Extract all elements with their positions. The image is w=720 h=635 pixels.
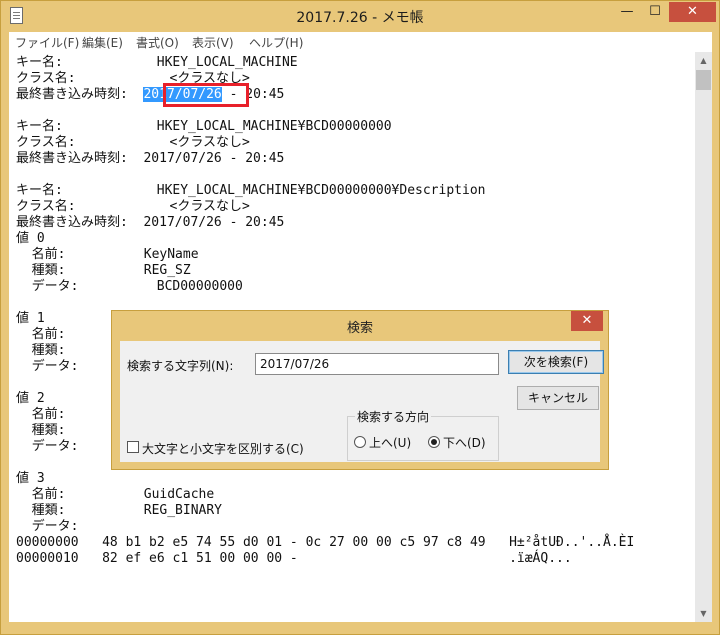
text-line: 種類: [16,423,66,438]
menu-format[interactable]: 書式(O) [136,34,179,51]
text-line: 値 1 [16,311,45,326]
text-line: クラス名: <クラスなし> [16,199,250,214]
text-line: データ: [16,439,79,454]
menu-file[interactable]: ファイル(F) [15,34,79,51]
dialog-body: 検索する文字列(N): 次を検索(F) キャンセル 検索する方向 上へ(U) 下… [120,341,604,462]
direction-group: 検索する方向 上へ(U) 下へ(D) [347,408,499,461]
text-line: 値 3 [16,471,45,486]
search-label: 検索する文字列(N): [127,359,234,373]
text-line: 最終書き込み時刻: 2017/07/26 - 20:45 [16,215,285,230]
title-bar[interactable]: 2017.7.26 - メモ帳 — ☐ ✕ [1,1,719,31]
text-line: キー名: HKEY_LOCAL_MACHINE¥BCD00000000 [16,119,392,134]
close-button[interactable]: ✕ [669,2,716,22]
text-line: 名前: GuidCache [16,487,215,502]
find-next-button[interactable]: 次を検索(F) [508,350,604,374]
dialog-title: 検索 [346,321,373,336]
scroll-down-icon[interactable]: ▼ [695,605,712,622]
maximize-button[interactable]: ☐ [641,2,669,22]
scroll-thumb[interactable] [696,70,711,90]
minimize-button[interactable]: — [613,2,641,22]
text-line: 00000000 48 b1 b2 e5 74 55 d0 01 - 0c 27… [16,535,635,550]
scroll-up-icon[interactable]: ▲ [695,52,712,69]
text-line: データ: [16,359,79,374]
find-dialog: 検索 ✕ 検索する文字列(N): 次を検索(F) キャンセル 検索する方向 上へ… [111,310,609,470]
text-line: データ: BCD00000000 [16,279,243,294]
text-line: 最終書き込み時刻: 2017/07/26 - 20:45 [16,151,285,166]
dialog-close-button[interactable]: ✕ [571,311,603,331]
text-line: クラス名: <クラスなし> [16,135,250,150]
text-line: 種類: [16,343,66,358]
menu-view[interactable]: 表示(V) [192,34,234,51]
text-line: 名前: KeyName [16,247,199,262]
direction-down-label[interactable]: 下へ(D) [443,434,486,451]
text-line: 00000010 82 ef e6 c1 51 00 00 00 - .ïæÁQ… [16,551,572,566]
text-line: 名前: [16,407,66,422]
match-case-label[interactable]: 大文字と小文字を区別する(C) [142,440,304,457]
vertical-scrollbar[interactable]: ▲ ▼ [695,52,712,622]
direction-up-label[interactable]: 上へ(U) [369,434,411,451]
menu-edit[interactable]: 編集(E) [82,34,123,51]
direction-group-label: 検索する方向 [355,408,432,425]
match-case-checkbox[interactable] [127,441,139,453]
text-line: キー名: HKEY_LOCAL_MACHINE¥BCD00000000¥Desc… [16,183,486,198]
text-line: 値 0 [16,231,45,246]
menu-help[interactable]: ヘルプ(H) [249,34,303,51]
cancel-button[interactable]: キャンセル [517,386,599,410]
window-title: 2017.7.26 - メモ帳 [296,10,424,26]
text-line: キー名: HKEY_LOCAL_MACHINE [16,55,298,70]
window-bottom-border [9,622,712,632]
search-input[interactable] [255,353,499,375]
text-line: 種類: REG_SZ [16,263,191,278]
menu-bar: ファイル(F) 編集(E) 書式(O) 表示(V) ヘルプ(H) [9,32,712,52]
text-line: 種類: REG_BINARY [16,503,223,518]
text-segment: 最終書き込み時刻: [16,87,144,102]
text-line: 名前: [16,327,66,342]
direction-up-radio[interactable] [354,436,366,448]
text-line: 値 2 [16,391,45,406]
annotation-highlight-box [163,83,249,107]
direction-down-radio[interactable] [428,436,440,448]
text-line: データ: [16,519,79,534]
